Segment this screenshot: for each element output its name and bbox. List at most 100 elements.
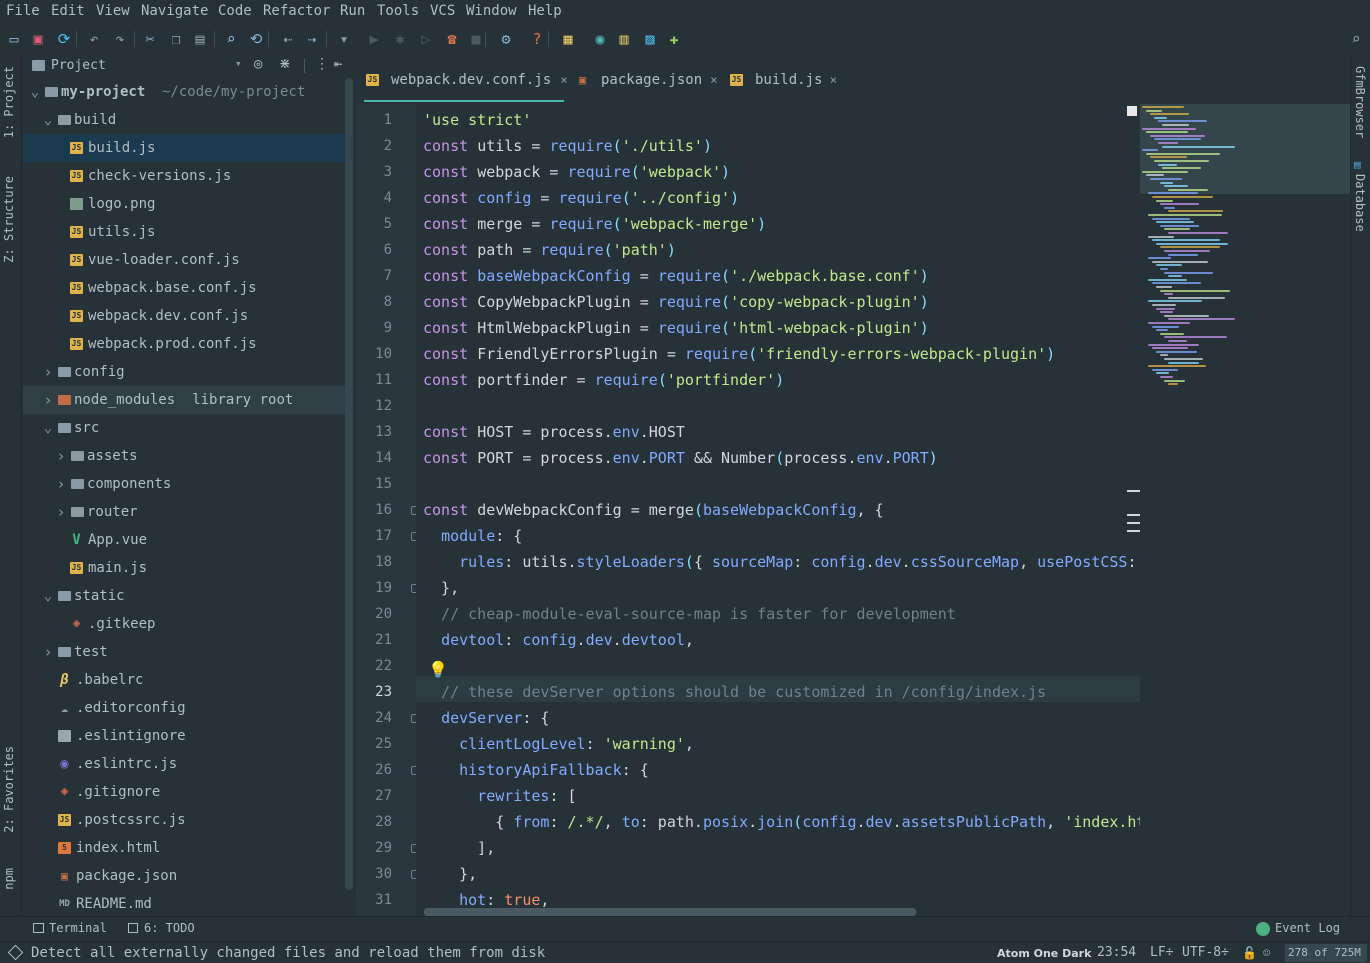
settings-icon[interactable]: ⚙ (496, 28, 516, 50)
chevron-right-icon[interactable]: › (42, 358, 54, 386)
sdk-icon[interactable]: ▦ (558, 28, 578, 50)
tree-item-main-js[interactable]: JS main.js (23, 554, 345, 582)
tree-item-assets[interactable]: › assets (23, 442, 345, 470)
chevron-right-icon[interactable]: › (55, 470, 67, 498)
intention-bulb-icon[interactable]: 💡 (428, 660, 448, 679)
tab-package-json[interactable]: ▣ package.json × (574, 66, 720, 102)
open-folder-icon[interactable]: ▭ (4, 28, 24, 50)
structure-icon[interactable]: ▥ (614, 28, 634, 50)
collapse-all-icon[interactable]: ⋇ (279, 56, 291, 72)
tree-item-package-json[interactable]: ▣ package.json (23, 862, 345, 890)
tree-item--editorconfig[interactable]: ☁ .editorconfig (23, 694, 345, 722)
layout-icon[interactable]: ▨ (640, 28, 660, 50)
undo-icon[interactable]: ↶ (84, 28, 104, 50)
close-icon[interactable]: × (560, 66, 567, 94)
tree-item-node-modules[interactable]: › node_modules library root (23, 386, 345, 414)
line-separator[interactable]: LF÷ (1150, 945, 1173, 960)
theme-name[interactable]: Atom One Dark (997, 947, 1091, 960)
menu-vcs[interactable]: VCS (430, 3, 455, 19)
tree-item-components[interactable]: › components (23, 470, 345, 498)
cut-icon[interactable]: ✂ (140, 28, 160, 50)
code-editor[interactable]: 'use strict' const utils = require('./uti… (416, 104, 1140, 916)
stop-icon[interactable]: ■ (466, 28, 486, 50)
menu-file[interactable]: File (6, 3, 40, 19)
replace-icon[interactable]: ⟲ (246, 28, 266, 50)
tree-item-build-js[interactable]: JS build.js (23, 134, 345, 162)
run-icon[interactable]: ▶ (364, 28, 384, 50)
coverage-icon[interactable]: ▷ (416, 28, 436, 50)
inspector-icon[interactable]: ☺ (1263, 946, 1270, 960)
redo-icon[interactable]: ↷ (110, 28, 130, 50)
tab-project[interactable]: 1: Project (2, 66, 16, 138)
tree-item-src[interactable]: ⌄ src (23, 414, 345, 442)
chevron-down-icon[interactable]: ⌄ (42, 582, 54, 610)
menu-window[interactable]: Window (466, 3, 517, 19)
minimap-viewport[interactable] (1140, 104, 1358, 194)
tab-npm[interactable]: npm (2, 868, 16, 890)
locate-icon[interactable]: ◎ (254, 56, 262, 72)
tasks-icon[interactable]: ◉ (590, 28, 610, 50)
debug-icon[interactable]: ✱ (390, 28, 410, 50)
menu-tools[interactable]: Tools (377, 3, 419, 19)
tree-item-check-versions-js[interactable]: JS check-versions.js (23, 162, 345, 190)
chevron-right-icon[interactable]: › (55, 498, 67, 526)
search-everywhere-icon[interactable]: ⌕ (1346, 28, 1366, 50)
lock-icon[interactable]: 🔓 (1242, 946, 1257, 960)
close-icon[interactable]: × (710, 66, 717, 94)
hide-panel-icon[interactable]: ⇤ (334, 56, 342, 72)
tab-terminal[interactable]: Terminal (49, 921, 107, 935)
tree-item-index-html[interactable]: 5 index.html (23, 834, 345, 862)
save-icon[interactable]: ▣ (28, 28, 48, 50)
tree-item-static[interactable]: ⌄ static (23, 582, 345, 610)
horizontal-scrollbar[interactable] (424, 908, 916, 916)
code-minimap[interactable] (1128, 104, 1358, 404)
menu-help[interactable]: Help (528, 3, 562, 19)
back-icon[interactable]: ⇠ (278, 28, 298, 50)
attach-icon[interactable]: ☎ (442, 28, 462, 50)
run-config-dropdown-icon[interactable]: ▾ (334, 28, 354, 50)
tab-database[interactable]: Database (1353, 174, 1367, 232)
plugins-icon[interactable]: ✚ (664, 28, 684, 50)
tab-todo[interactable]: 6: TODO (144, 921, 195, 935)
file-encoding[interactable]: UTF-8÷ (1182, 945, 1229, 960)
tab-structure[interactable]: Z: Structure (2, 176, 16, 263)
menu-view[interactable]: View (96, 3, 130, 19)
tree-item--eslintignore[interactable]: .eslintignore (23, 722, 345, 750)
tree-item--eslintrc-js[interactable]: ◉ .eslintrc.js (23, 750, 345, 778)
tree-item-config[interactable]: › config (23, 358, 345, 386)
tree-item-utils-js[interactable]: JS utils.js (23, 218, 345, 246)
copy-icon[interactable]: ❐ (166, 28, 186, 50)
menu-edit[interactable]: Edit (51, 3, 85, 19)
chevron-down-icon[interactable]: ⌄ (42, 106, 54, 134)
tab-favorites[interactable]: 2: Favorites (2, 746, 16, 833)
tree-item-my-project[interactable]: ⌄ my-project ~/code/my-project (23, 78, 345, 106)
chevron-down-icon[interactable]: ⌄ (42, 414, 54, 442)
chevron-down-icon[interactable]: ⌄ (29, 78, 41, 106)
tree-item-webpack-dev-conf-js[interactable]: JS webpack.dev.conf.js (23, 302, 345, 330)
tree-item--gitignore[interactable]: ◈ .gitignore (23, 778, 345, 806)
sync-icon[interactable]: ⟳ (54, 28, 74, 50)
tree-item-build[interactable]: ⌄ build (23, 106, 345, 134)
tab-webpack-dev-conf-js[interactable]: JS webpack.dev.conf.js × (364, 66, 568, 102)
tab-event-log[interactable]: Event Log (1275, 921, 1340, 935)
help-icon[interactable]: ? (527, 28, 547, 50)
tree-item-logo-png[interactable]: logo.png (23, 190, 345, 218)
inspection-status-icon[interactable] (1127, 106, 1137, 116)
tree-item--gitkeep[interactable]: ◈ .gitkeep (23, 610, 345, 638)
tree-item-webpack-base-conf-js[interactable]: JS webpack.base.conf.js (23, 274, 345, 302)
menu-run[interactable]: Run (340, 3, 365, 19)
tree-item--babelrc[interactable]: β .babelrc (23, 666, 345, 694)
menu-navigate[interactable]: Navigate (141, 3, 208, 19)
tree-item-app-vue[interactable]: V App.vue (23, 526, 345, 554)
menu-refactor[interactable]: Refactor (263, 3, 330, 19)
paste-icon[interactable]: ▤ (190, 28, 210, 50)
tab-gfm-browser[interactable]: GfmBrowser (1353, 66, 1367, 138)
menu-code[interactable]: Code (218, 3, 252, 19)
forward-icon[interactable]: ⇢ (302, 28, 322, 50)
chevron-down-icon[interactable]: ▾ (235, 57, 242, 70)
tree-item-readme-md[interactable]: MD README.md (23, 890, 345, 918)
tree-item-router[interactable]: › router (23, 498, 345, 526)
tree-item--postcssrc-js[interactable]: JS .postcssrc.js (23, 806, 345, 834)
close-icon[interactable]: × (830, 66, 837, 94)
tab-build-js[interactable]: JS build.js × (728, 66, 838, 102)
